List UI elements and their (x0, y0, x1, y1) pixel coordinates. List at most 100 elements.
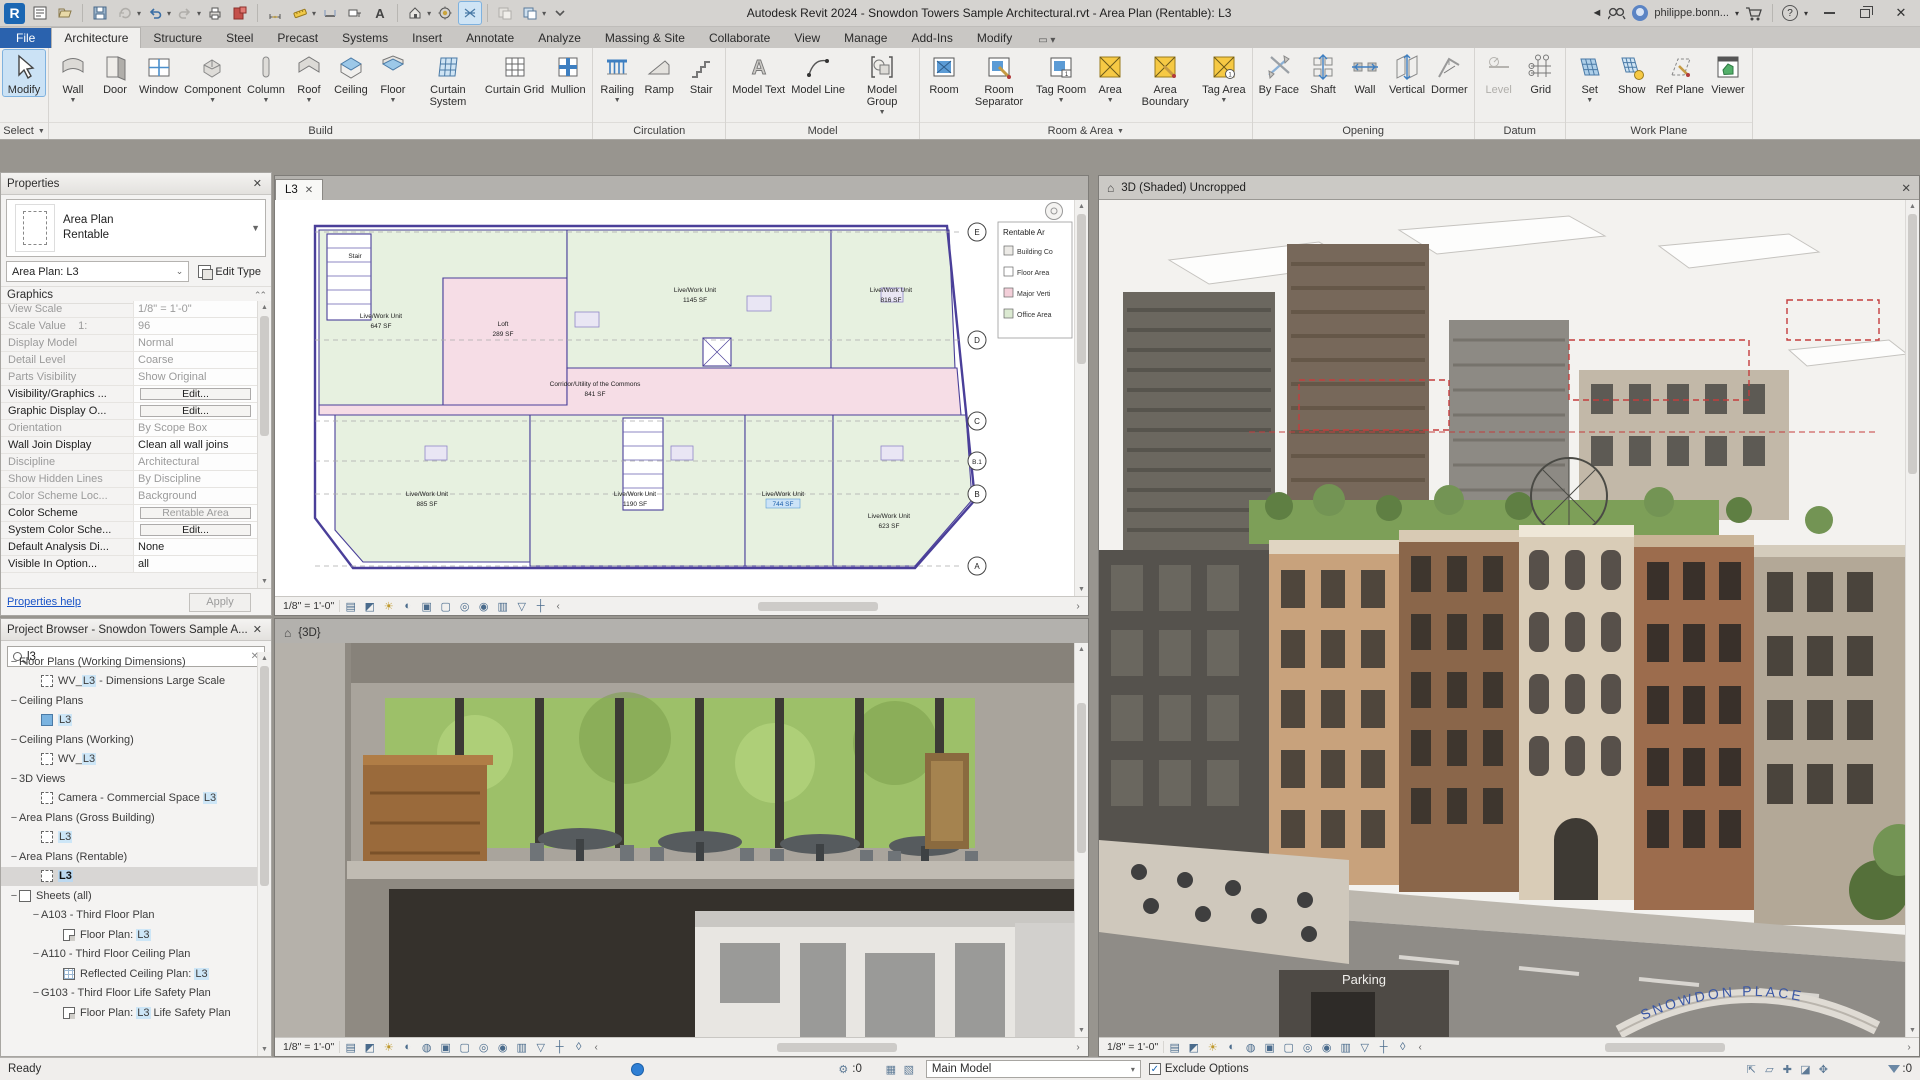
exterior-horizontal-scrollbar[interactable]: ‹ › (1413, 1038, 1916, 1056)
crop-view-icon[interactable]: ▣ (1261, 1040, 1278, 1055)
show-crop-icon[interactable]: ▢ (456, 1040, 473, 1055)
collapse-arrow-icon[interactable]: ◄ (1591, 7, 1602, 19)
tree-expander-icon[interactable]: − (9, 656, 19, 668)
section-icon[interactable] (319, 2, 341, 24)
property-value[interactable]: Background (133, 488, 257, 504)
thin-lines-icon[interactable] (458, 1, 483, 25)
dropdown-chevron-icon[interactable]: ▼ (70, 97, 77, 104)
shaft-button[interactable]: Shaft (1302, 50, 1344, 96)
user-avatar[interactable] (1632, 5, 1649, 21)
tab-analyze[interactable]: Analyze (526, 28, 593, 48)
visual-style-icon[interactable]: ◩ (361, 1040, 378, 1055)
reveal-constraints-icon[interactable]: ┼ (532, 599, 549, 614)
viewer-button[interactable]: Viewer (1707, 50, 1749, 96)
plan-horizontal-scrollbar[interactable]: ‹ › (551, 597, 1085, 615)
property-value[interactable]: all (133, 556, 257, 572)
interior-canvas[interactable] (275, 643, 1074, 1039)
signed-in-user[interactable]: philippe.bonn... (1654, 7, 1729, 19)
level-button[interactable]: Level (1478, 50, 1520, 96)
locked-orientation-icon[interactable]: ◊ (1394, 1040, 1411, 1055)
interior-3d-drawing[interactable] (275, 643, 1074, 1039)
edit--button[interactable]: Edit... (140, 388, 251, 400)
ref-plane-button[interactable]: Ref Plane (1653, 50, 1707, 96)
tab-file[interactable]: File (0, 28, 52, 48)
stair-button[interactable]: Stair (680, 50, 722, 96)
area-button[interactable]: Area ▼ (1089, 50, 1131, 104)
dropdown-chevron-icon[interactable]: ▼ (879, 109, 886, 116)
revit-logo-icon[interactable]: R (4, 2, 25, 24)
property-value[interactable]: Normal (133, 335, 257, 351)
scroll-right-icon[interactable]: › (1902, 1042, 1916, 1053)
property-value[interactable]: By Discipline (133, 471, 257, 487)
roof-button[interactable]: Roof ▼ (288, 50, 330, 104)
aligned-dimension-icon[interactable] (264, 2, 286, 24)
view-scale-button[interactable]: 1/8" = 1'-0" (1102, 1041, 1165, 1053)
panel-label-opening[interactable]: Opening (1252, 122, 1474, 139)
analytical-model-icon[interactable]: ▽ (1356, 1040, 1373, 1055)
tab-steel[interactable]: Steel (214, 28, 265, 48)
measure-icon[interactable] (289, 2, 311, 24)
property-value[interactable]: Clean all wall joins (133, 437, 257, 453)
tab-massing-site[interactable]: Massing & Site (593, 28, 697, 48)
show-button[interactable]: Show (1611, 50, 1653, 96)
reveal-hidden-icon[interactable]: ◉ (475, 599, 492, 614)
color-scheme-legend[interactable]: Rentable Ar Building Co Floor Area Major Ve… (997, 221, 1073, 339)
tree-item[interactable]: − Area Plans (Rentable) (1, 847, 257, 867)
selection-filter-icon[interactable] (1888, 1065, 1901, 1073)
sun-path-icon[interactable]: ☀ (380, 1040, 397, 1055)
tree-expander-icon[interactable]: − (9, 773, 19, 785)
tree-item[interactable]: L3 (1, 866, 257, 886)
undo-icon[interactable] (144, 2, 166, 24)
tab-l3[interactable]: L3 ✕ (275, 179, 324, 200)
properties-close-icon[interactable]: ✕ (250, 177, 265, 190)
temporary-hide-icon[interactable]: ◎ (475, 1040, 492, 1055)
dropdown-chevron-icon[interactable]: ▼ (1107, 97, 1114, 104)
scroll-left-icon[interactable]: ‹ (551, 601, 565, 612)
default-3d-view-menu-chevron-icon[interactable]: ▾ (427, 9, 431, 18)
panel-label-build[interactable]: Build (49, 122, 593, 139)
render-icon[interactable]: ◍ (1242, 1040, 1259, 1055)
edit--button[interactable]: Edit... (140, 405, 251, 417)
view-scale-button[interactable]: 1/8" = 1'-0" (278, 1041, 341, 1053)
type-selector-chevron-icon[interactable]: ▼ (251, 223, 260, 233)
save-icon[interactable] (89, 2, 111, 24)
exclude-options-checkbox[interactable]: ✓ (1148, 1063, 1161, 1075)
properties-help-link[interactable]: Properties help (7, 596, 81, 608)
tree-expander-icon[interactable]: − (9, 734, 19, 746)
tab-collaborate[interactable]: Collaborate (697, 28, 782, 48)
dropdown-chevron-icon[interactable]: ▼ (389, 97, 396, 104)
sun-path-icon[interactable]: ☀ (1204, 1040, 1221, 1055)
locked-orientation-icon[interactable]: ◊ (570, 1040, 587, 1055)
property-value[interactable]: By Scope Box (133, 420, 257, 436)
interior-vertical-scrollbar[interactable]: ▲ ▼ (1074, 643, 1088, 1037)
print-icon[interactable] (204, 2, 226, 24)
column-button[interactable]: Column ▼ (244, 50, 288, 104)
dropdown-chevron-icon[interactable]: ▼ (614, 97, 621, 104)
wall-button[interactable]: Wall ▼ (52, 50, 94, 104)
tree-item[interactable]: Reflected Ceiling Plan: L3 (1, 964, 257, 984)
ribbon-display-toggle-icon[interactable]: ▭ ▾ (1030, 33, 1063, 48)
properties-scrollbar[interactable]: ▲ ▼ (257, 301, 271, 588)
scroll-thumb[interactable] (758, 601, 879, 611)
scroll-right-icon[interactable]: › (1071, 1042, 1085, 1053)
panel-label-room-area[interactable]: Room & Area ▼ (920, 122, 1252, 139)
floor-plan-drawing[interactable]: E D C B.1 B A Stair Live/Work Unit 647 SF Loft 28… (275, 200, 1074, 598)
temporary-hide-icon[interactable]: ◎ (456, 599, 473, 614)
set-button[interactable]: Set ▼ (1569, 50, 1611, 104)
property-value[interactable]: None (133, 539, 257, 555)
apply-button[interactable]: Apply (189, 592, 251, 612)
user-menu-chevron-icon[interactable]: ▾ (1735, 9, 1739, 18)
tree-item[interactable]: L3 (1, 711, 257, 731)
tree-expander-icon[interactable]: − (9, 851, 19, 863)
vertical-button[interactable]: Vertical (1386, 50, 1428, 96)
close-button[interactable]: ✕ (1886, 2, 1916, 24)
area-boundary-button[interactable]: Area Boundary (1131, 50, 1199, 108)
tab-add-ins[interactable]: Add-Ins (899, 28, 964, 48)
exterior-canvas[interactable]: Parking SNOWDON PLACE (1099, 200, 1907, 1039)
drag-on-selection-icon[interactable]: ✥ (1814, 1061, 1832, 1077)
model-text-button[interactable]: A Model Text (729, 50, 788, 96)
scroll-track[interactable] (603, 1038, 777, 1056)
sync-with-central-icon[interactable] (114, 2, 136, 24)
redo-menu-chevron-icon[interactable]: ▾ (197, 9, 201, 18)
panel-label-work-plane[interactable]: Work Plane (1565, 122, 1753, 139)
